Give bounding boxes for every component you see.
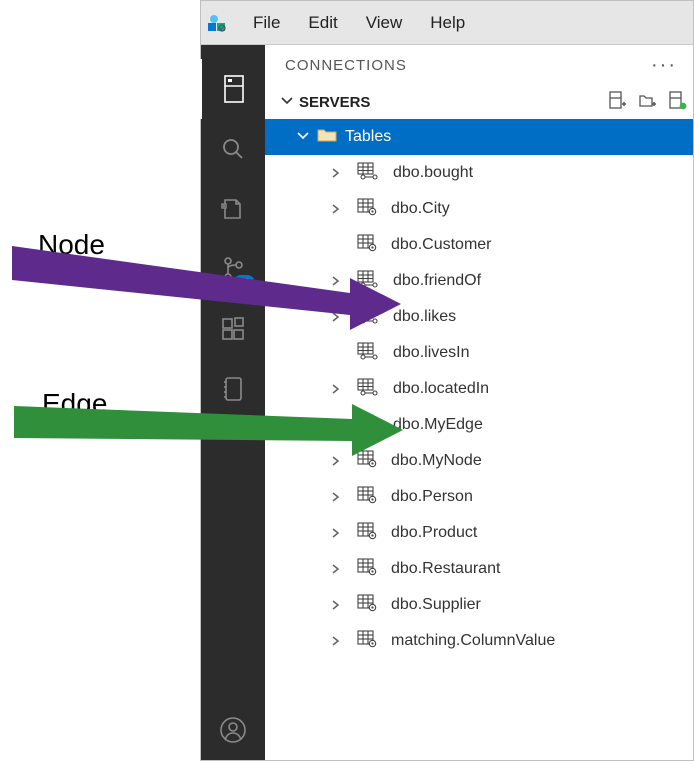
chevron-right-icon <box>325 418 345 432</box>
tree-item-label: dbo.locatedIn <box>393 380 489 398</box>
chevron-down-icon <box>295 127 311 148</box>
activity-bar: 30 <box>201 45 265 760</box>
chevron-right-icon <box>325 166 345 180</box>
server-icon <box>221 74 247 104</box>
annotation-node-label: Node <box>38 229 105 261</box>
chevron-right-icon <box>325 562 345 576</box>
panel-header: CONNECTIONS ··· <box>265 45 693 85</box>
tree-folder-label: Tables <box>345 128 391 146</box>
graph-edge-table-icon <box>357 378 379 401</box>
tree-item[interactable]: dbo.Person <box>265 479 693 515</box>
chevron-right-icon <box>325 202 345 216</box>
explorer-panel: CONNECTIONS ··· SERVERS <box>265 45 693 760</box>
app-logo-icon <box>207 13 227 33</box>
folder-icon <box>317 127 337 148</box>
tree-item[interactable]: dbo.Supplier <box>265 587 693 623</box>
chevron-down-icon <box>279 92 295 112</box>
panel-title: CONNECTIONS <box>285 57 407 74</box>
tree-item[interactable]: dbo.MyNode <box>265 443 693 479</box>
tree-item[interactable]: dbo.Product <box>265 515 693 551</box>
tree-item-label: dbo.Customer <box>391 236 492 254</box>
tree-item-label: dbo.MyNode <box>391 452 482 470</box>
chevron-right-icon <box>325 454 345 468</box>
tree-item[interactable]: dbo.locatedIn <box>265 371 693 407</box>
graph-node-table-icon <box>357 558 377 581</box>
menu-file[interactable]: File <box>239 13 294 33</box>
tree-item[interactable]: dbo.City <box>265 191 693 227</box>
tree-item-label: dbo.Restaurant <box>391 560 500 578</box>
tree-item-label: dbo.livesIn <box>393 344 470 362</box>
tree-item[interactable]: dbo.Customer <box>265 227 693 263</box>
servers-section-header[interactable]: SERVERS <box>265 85 693 119</box>
activity-connections[interactable] <box>200 59 266 119</box>
menu-help[interactable]: Help <box>416 13 479 33</box>
graph-node-table-icon <box>357 198 377 221</box>
activity-account[interactable] <box>201 700 265 760</box>
tree-item[interactable]: matching.ColumnValue <box>265 623 693 659</box>
chevron-right-icon <box>325 634 345 648</box>
graph-node-table-icon <box>357 450 377 473</box>
menubar: File Edit View Help <box>201 1 693 45</box>
tree-item-label: dbo.likes <box>393 308 456 326</box>
notebook-icon <box>220 196 246 222</box>
tree-item[interactable]: dbo.friendOf <box>265 263 693 299</box>
book-icon <box>221 375 245 403</box>
account-icon <box>219 716 247 744</box>
chevron-right-icon <box>325 526 345 540</box>
tree-item[interactable]: dbo.MyEdge <box>265 407 693 443</box>
source-control-badge: 30 <box>233 275 255 291</box>
tree-item-label: dbo.Product <box>391 524 477 542</box>
menu-edit[interactable]: Edit <box>294 13 351 33</box>
graph-edge-table-icon <box>357 306 379 329</box>
server-status-icon[interactable] <box>667 90 687 114</box>
graph-node-table-icon <box>357 234 377 257</box>
activity-extensions[interactable] <box>201 299 265 359</box>
annotation-edge-label: Edge <box>42 388 107 420</box>
app-body: 30 <box>201 45 693 760</box>
activity-source-control[interactable]: 30 <box>201 239 265 299</box>
graph-node-table-icon <box>357 594 377 617</box>
graph-edge-table-icon <box>357 270 379 293</box>
activity-machine-learning[interactable] <box>201 359 265 419</box>
tree-item-label: dbo.bought <box>393 164 473 182</box>
tree-item[interactable]: dbo.bought <box>265 155 693 191</box>
graph-node-table-icon <box>357 630 377 653</box>
tree-folder-tables[interactable]: Tables <box>265 119 693 155</box>
activity-notebooks[interactable] <box>201 179 265 239</box>
extensions-icon <box>220 316 246 342</box>
tree-item-label: matching.ColumnValue <box>391 632 555 650</box>
tree-item[interactable]: dbo.Restaurant <box>265 551 693 587</box>
chevron-right-icon <box>325 274 345 288</box>
tree-item[interactable]: dbo.livesIn <box>265 335 693 371</box>
tree-item-label: dbo.MyEdge <box>393 416 483 434</box>
graph-node-table-icon <box>357 522 377 545</box>
chevron-right-icon <box>325 598 345 612</box>
graph-node-table-icon <box>357 486 377 509</box>
object-tree: Tables dbo.bought dbo.City dbo.Customer <box>265 119 693 760</box>
new-connection-icon[interactable] <box>607 90 627 114</box>
chevron-right-icon <box>325 490 345 504</box>
chevron-right-icon <box>325 382 345 396</box>
menu-view[interactable]: View <box>352 13 417 33</box>
tree-item-label: dbo.City <box>391 200 450 218</box>
tree-item[interactable]: dbo.likes <box>265 299 693 335</box>
graph-edge-table-icon <box>357 162 379 185</box>
graph-edge-table-icon <box>357 342 379 365</box>
tree-item-label: dbo.friendOf <box>393 272 481 290</box>
chevron-right-icon <box>325 310 345 324</box>
panel-more-button[interactable]: ··· <box>651 54 677 77</box>
tree-item-label: dbo.Person <box>391 488 473 506</box>
section-title: SERVERS <box>299 94 370 111</box>
tree-item-label: dbo.Supplier <box>391 596 481 614</box>
app-window: File Edit View Help <box>200 0 694 761</box>
search-icon <box>220 136 246 162</box>
activity-search[interactable] <box>201 119 265 179</box>
new-group-icon[interactable] <box>637 90 657 114</box>
graph-edge-table-icon <box>357 414 379 437</box>
